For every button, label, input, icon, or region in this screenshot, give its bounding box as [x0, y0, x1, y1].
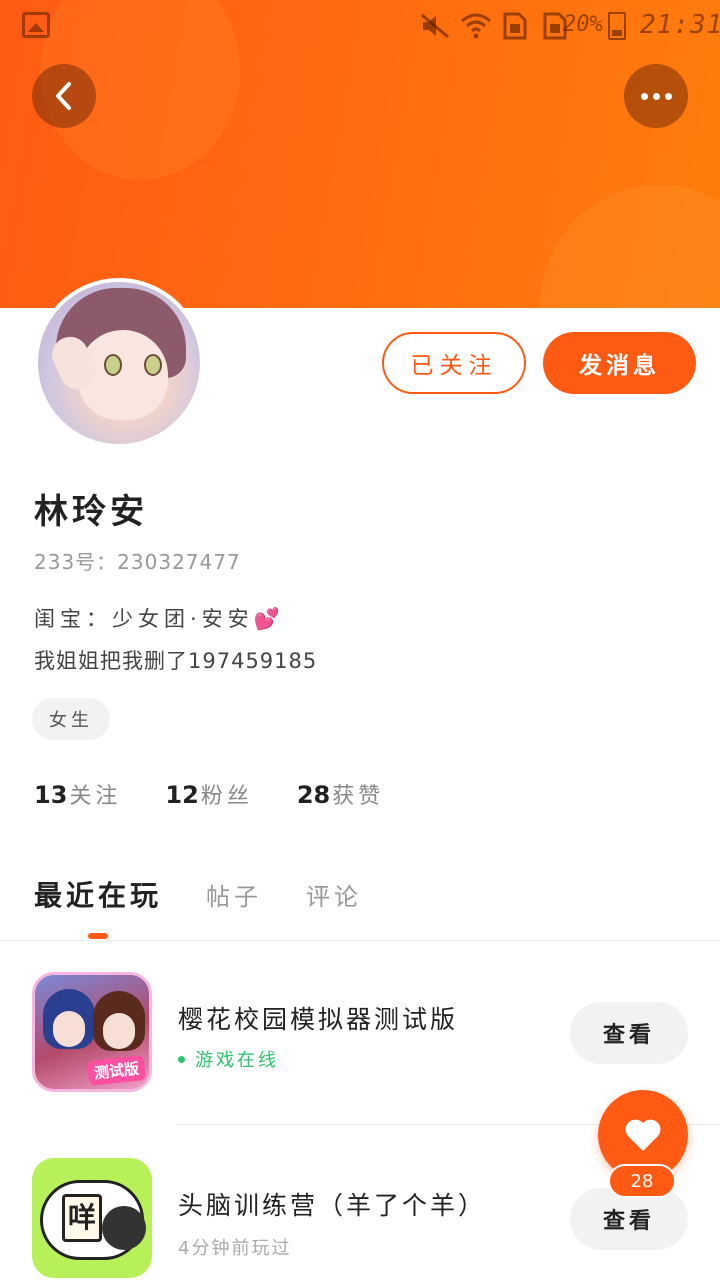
- divider: [0, 940, 720, 941]
- mute-icon: [420, 12, 450, 40]
- followers-stat[interactable]: 12 粉丝: [165, 778, 252, 810]
- user-name: 林玲安: [34, 492, 148, 532]
- profile-tabs: 最近在玩 帖子 评论: [34, 874, 362, 914]
- banner-decoration: [540, 185, 720, 308]
- back-button[interactable]: [32, 64, 96, 128]
- game-title[interactable]: 樱花校园模拟器测试版: [178, 1000, 458, 1036]
- game-icon[interactable]: 咩: [32, 1158, 152, 1278]
- chevron-left-icon: [56, 82, 71, 110]
- battery-percent: 20%: [563, 12, 603, 37]
- likes-stat: 28 获赞: [297, 778, 384, 810]
- more-button[interactable]: [624, 64, 688, 128]
- stat-number: 13: [34, 781, 68, 809]
- following-stat[interactable]: 13 关注: [34, 778, 121, 810]
- game-icon[interactable]: 测试版: [32, 972, 152, 1092]
- avatar[interactable]: [34, 278, 204, 448]
- last-played-text: 4分钟前玩过: [178, 1238, 292, 1259]
- bio-line: 闺宝：少女团·安安💕: [34, 607, 285, 631]
- bio-line: 我姐姐把我删了197459185: [34, 649, 318, 673]
- tab-posts[interactable]: 帖子: [206, 877, 262, 912]
- stat-number: 12: [165, 781, 199, 809]
- stat-label: 获赞: [332, 784, 385, 809]
- followed-button[interactable]: 已关注: [382, 332, 526, 394]
- game-title[interactable]: 头脑训练营（羊了个羊）: [178, 1186, 486, 1222]
- image-icon: [22, 12, 50, 38]
- tab-comments[interactable]: 评论: [306, 877, 362, 912]
- avatar-image: [38, 282, 200, 444]
- online-dot-icon: [178, 1055, 185, 1063]
- user-id: 233号：230327477: [34, 550, 241, 574]
- view-game-button[interactable]: 查看: [570, 1002, 688, 1064]
- status-icons: [420, 8, 570, 44]
- battery-charging-icon: [608, 12, 626, 40]
- test-version-badge: 测试版: [86, 1055, 147, 1086]
- game-status: 游戏在线: [178, 1046, 279, 1072]
- game-status-text: 游戏在线: [195, 1050, 279, 1071]
- like-count-badge: 28: [608, 1164, 676, 1198]
- more-horizontal-icon: [640, 92, 648, 100]
- heart-icon: [625, 1119, 661, 1151]
- send-message-button[interactable]: 发消息: [543, 332, 696, 394]
- tab-recently-played[interactable]: 最近在玩: [34, 874, 162, 914]
- more-horizontal-icon: [652, 92, 660, 100]
- more-horizontal-icon: [664, 92, 672, 100]
- stat-number: 28: [296, 781, 331, 809]
- gender-tag: 女生: [32, 698, 110, 740]
- wifi-icon: [460, 12, 491, 40]
- tab-active-indicator: [88, 933, 108, 939]
- clock: 21:31: [640, 10, 720, 40]
- stat-label: 关注: [69, 784, 122, 809]
- status-bar: 20% 21:31: [0, 0, 720, 52]
- profile-stats: 13 关注 12 粉丝 28 获赞: [34, 778, 384, 810]
- game-icon-tile: 咩: [62, 1194, 102, 1242]
- stat-label: 粉丝: [200, 784, 253, 809]
- sim1-icon: [500, 12, 530, 40]
